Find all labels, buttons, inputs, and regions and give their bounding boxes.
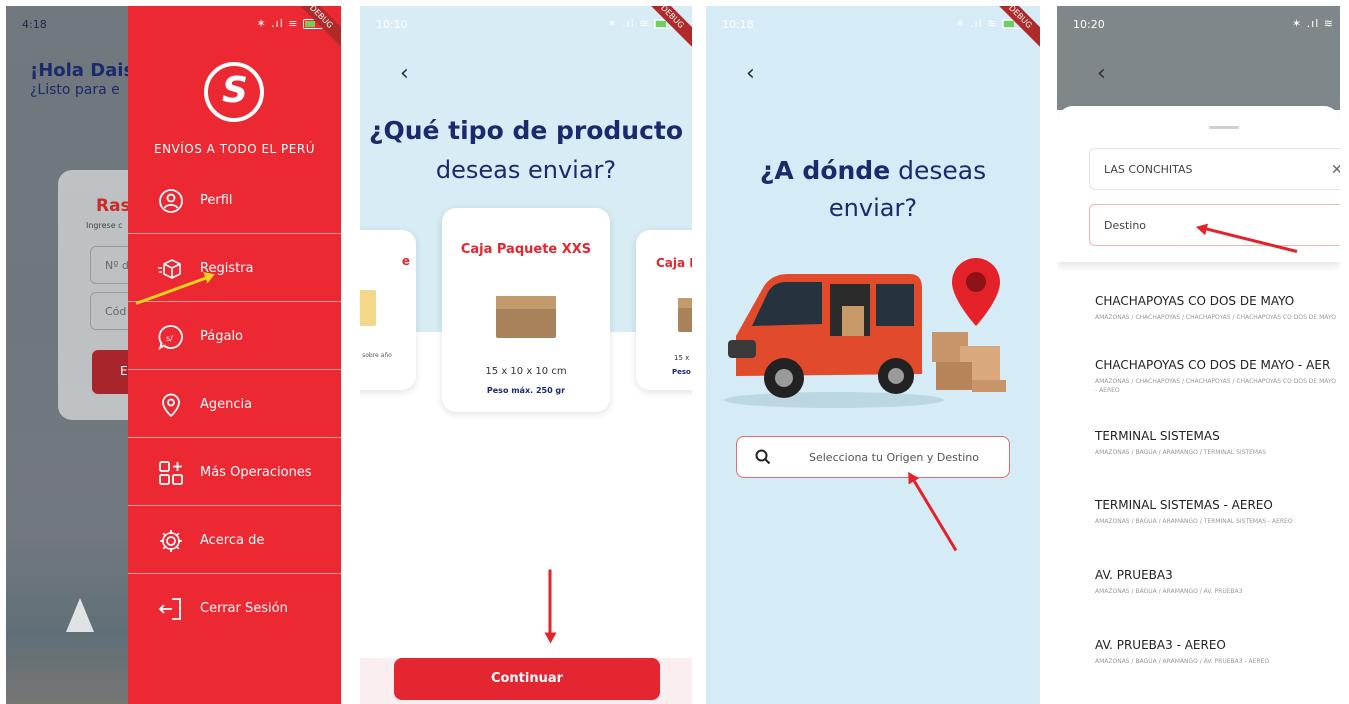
- result-path: AMAZONAS / CHACHAPOYAS / CHACHAPOYAS / C…: [1095, 314, 1336, 321]
- envelope-icon: [360, 290, 376, 326]
- location-icon: [162, 393, 180, 418]
- list-item[interactable]: CHACHAPOYAS CO DOS DE MAYO AMAZONAS / CHA…: [1095, 294, 1340, 322]
- result-path: AMAZONAS / CHACHAPOYAS / CHACHAPOYAS / C…: [1095, 378, 1336, 394]
- result-title: CHACHAPOYAS CO DOS DE MAYO: [1095, 294, 1295, 308]
- screen-product-type: 10:10 ✶ .ıl ≋ DEBUG ‹ ¿Qué tipo de produ…: [360, 6, 692, 704]
- sailboat-illustration: [66, 598, 94, 632]
- payment-icon: s/: [158, 325, 183, 350]
- product-card-weight: Peso máx. 250 gr: [486, 386, 566, 395]
- greeting-title: ¡Hola Dais: [30, 60, 135, 81]
- menu-item-label: Más Operaciones: [200, 465, 312, 480]
- result-title: AV. PRUEBA3: [1095, 568, 1173, 582]
- sheet-handle[interactable]: [1209, 126, 1239, 129]
- product-card-caja-xxs[interactable]: Caja Paquete XXS 15 x 10 x 10 cm Peso má…: [442, 208, 610, 412]
- menu-item-mas-operaciones[interactable]: Más Operaciones: [128, 438, 341, 506]
- result-title: TERMINAL SISTEMAS: [1095, 429, 1220, 443]
- screen-destination: 10:18 ✶ .ıl ≋ DEBUG ‹ ¿A dónde deseas en…: [706, 6, 1040, 704]
- back-arrow-icon[interactable]: ‹: [1097, 63, 1117, 85]
- menu-item-pagalo[interactable]: s/ Págalo: [128, 302, 341, 370]
- box-icon: [678, 298, 692, 332]
- menu-item-label: Agencia: [200, 397, 253, 412]
- product-card-title: e: [401, 254, 410, 268]
- origin-destination-search[interactable]: Selecciona tu Origen y Destino: [736, 436, 1010, 478]
- screen-menu: 4:18 ¡Hola Dais ¿Listo para e Ras Ingres…: [6, 6, 341, 704]
- status-time: 10:10: [376, 18, 408, 31]
- screen-destination-search: 10:20 ✶ .ıl ≋ ‹ LAS CONCHITAS ✕ Destino …: [1057, 6, 1340, 704]
- menu-item-label: Perfil: [200, 193, 233, 208]
- search-placeholder: Selecciona tu Origen y Destino: [809, 451, 979, 464]
- gear-icon: [160, 530, 182, 552]
- status-time: 10:20: [1073, 18, 1105, 31]
- page-title: ¿Qué tipo de producto: [368, 116, 684, 145]
- result-title: TERMINAL SISTEMAS - AEREO: [1095, 498, 1273, 512]
- product-card-title: Caja P: [656, 256, 692, 270]
- greeting-subtitle: ¿Listo para e: [30, 82, 120, 98]
- page-title: ¿A dónde deseas: [759, 156, 987, 185]
- back-arrow-icon[interactable]: ‹: [746, 63, 766, 85]
- box-icon: [158, 259, 181, 279]
- menu-item-label: Acerca de: [200, 533, 265, 548]
- menu-item-cerrar-sesion[interactable]: Cerrar Sesión: [128, 574, 341, 642]
- origin-input[interactable]: LAS CONCHITAS: [1089, 148, 1340, 190]
- result-title: AV. PRUEBA3 - AEREO: [1095, 638, 1226, 652]
- status-bar: 10:20 ✶ .ıl ≋: [1057, 6, 1340, 42]
- list-item[interactable]: TERMINAL SISTEMAS AMAZONAS / BAGUA / ARAM…: [1095, 429, 1340, 457]
- product-card-title: Caja Paquete XXS: [460, 242, 592, 257]
- svg-text:s/: s/: [166, 334, 173, 343]
- destination-input[interactable]: Destino: [1089, 204, 1340, 246]
- product-card-size: 15 x: [674, 354, 690, 362]
- list-item[interactable]: CHACHAPOYAS CO DOS DE MAYO - AER AMAZONAS…: [1095, 358, 1340, 395]
- annotation-arrow-red: [548, 569, 552, 640]
- product-card-left[interactable]: e os en sobre año A4: [360, 230, 416, 390]
- delivery-van-illustration: [724, 258, 1006, 408]
- brand-tagline: ENVÍOS A TODO EL PERÚ: [153, 142, 315, 156]
- menu-item-label: Cerrar Sesión: [200, 601, 288, 616]
- logout-icon: [158, 598, 181, 620]
- search-icon: [755, 449, 771, 465]
- status-icons: ✶ .ıl ≋: [1291, 17, 1334, 30]
- result-path: AMAZONAS / BAGUA / ARAMANGO / TERMINAL S…: [1095, 518, 1293, 525]
- user-icon: [159, 189, 183, 213]
- back-arrow-icon[interactable]: ‹: [400, 63, 420, 85]
- product-card-note: os en sobre año A4: [360, 352, 392, 359]
- result-path: AMAZONAS / BAGUA / ARAMANGO / TERMINAL S…: [1095, 449, 1267, 456]
- annotation-arrow-red: [909, 474, 958, 552]
- grid-add-icon: [159, 461, 183, 485]
- status-time: 10:18: [722, 18, 754, 31]
- menu-item-agencia[interactable]: Agencia: [128, 370, 341, 438]
- continue-button[interactable]: Continuar: [394, 658, 660, 700]
- result-path: AMAZONAS / BAGUA / ARAMANGO / AV. PRUEBA…: [1095, 588, 1243, 595]
- menu-item-perfil[interactable]: Perfil: [128, 166, 341, 234]
- box-icon: [496, 296, 556, 338]
- product-card-weight: Peso: [672, 368, 691, 376]
- product-card-right[interactable]: Caja P 15 x Peso: [636, 230, 692, 390]
- tracking-card-note: Ingrese c: [86, 221, 123, 230]
- page-subtitle: deseas enviar?: [435, 156, 617, 184]
- result-title: CHACHAPOYAS CO DOS DE MAYO - AER: [1095, 358, 1331, 372]
- menu-item-registra[interactable]: Registra: [128, 234, 341, 302]
- list-item[interactable]: AV. PRUEBA3 - AEREO AMAZONAS / BAGUA / AR…: [1095, 638, 1340, 666]
- tracking-card-title: Ras: [96, 196, 131, 216]
- status-bar: 10:18 ✶ .ıl ≋: [706, 6, 1040, 42]
- status-time: 4:18: [22, 18, 47, 31]
- result-path: AMAZONAS / BAGUA / ARAMANGO / AV. PRUEBA…: [1095, 658, 1270, 665]
- menu-item-acerca-de[interactable]: Acerca de: [128, 506, 341, 574]
- status-bar: 10:10 ✶ .ıl ≋: [360, 6, 692, 42]
- list-item[interactable]: TERMINAL SISTEMAS - AEREO AMAZONAS / BAGU…: [1095, 498, 1340, 526]
- drawer-menu: Perfil Registra s/ Págalo Agencia Más Op…: [128, 166, 341, 642]
- brand-logo: S: [204, 62, 264, 122]
- product-card-size: 15 x 10 x 10 cm: [485, 366, 567, 377]
- clear-icon[interactable]: ✕: [1331, 162, 1340, 178]
- page-subtitle: enviar?: [828, 194, 918, 222]
- list-item[interactable]: AV. PRUEBA3 AMAZONAS / BAGUA / ARAMANGO /…: [1095, 568, 1340, 596]
- side-drawer: ✶ .ıl ≡ DEBUG S ENVÍOS A TODO EL PERÚ Pe…: [128, 6, 341, 704]
- menu-item-label: Págalo: [200, 329, 244, 344]
